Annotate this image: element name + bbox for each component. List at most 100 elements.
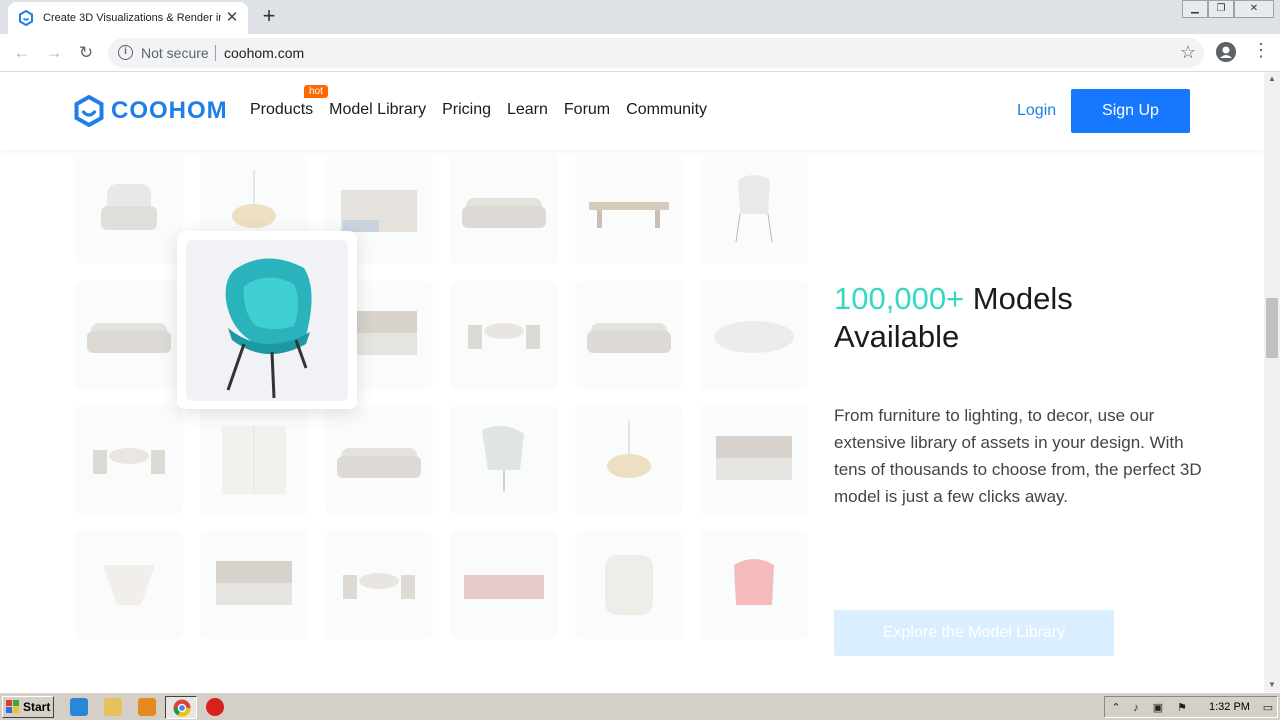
model-count: 100,000+ [834, 281, 965, 316]
chrome-icon [173, 699, 191, 717]
model-thumbnail[interactable] [450, 156, 558, 264]
main-nav: Products hot Model Library Pricing Learn… [250, 85, 723, 119]
start-label: Start [23, 700, 51, 714]
login-link[interactable]: Login [1017, 102, 1056, 120]
dining-set-icon [93, 448, 165, 474]
scroll-down-icon[interactable]: ▼ [1264, 678, 1280, 692]
stool-icon [734, 559, 774, 605]
model-thumbnail[interactable] [200, 531, 308, 639]
close-tab-icon[interactable]: ✕ [224, 10, 240, 26]
bookmark-star-icon[interactable]: ☆ [1180, 42, 1196, 63]
bed-icon [716, 436, 792, 480]
hot-badge: hot [304, 85, 328, 98]
url-divider [215, 45, 216, 61]
new-tab-button[interactable]: + [258, 5, 280, 28]
model-thumbnail[interactable] [75, 281, 183, 389]
model-thumbnail[interactable] [75, 406, 183, 514]
windows-taskbar: Start ⌃ ♪ ▣ ⚑ 1:32 PM ▭ [0, 692, 1280, 720]
nav-learn[interactable]: Learn [507, 101, 548, 119]
model-thumbnail[interactable] [700, 531, 808, 639]
model-thumbnail[interactable] [75, 531, 183, 639]
round-bed-icon [714, 321, 794, 353]
bench-icon [589, 202, 669, 228]
lounge-chair-icon [482, 425, 524, 492]
browser-toolbar: ← → ↻ i Not secure coohom.com ☆ ⋮ [0, 34, 1280, 72]
chandelier-icon [103, 565, 155, 605]
sofa-icon [587, 323, 671, 353]
wardrobe-icon [222, 426, 286, 494]
page-viewport: COOHOM Products hot Model Library Pricin… [0, 72, 1264, 692]
model-thumbnail[interactable] [325, 531, 433, 639]
security-label: Not secure [141, 45, 209, 61]
model-thumbnail[interactable] [700, 156, 808, 264]
coohom-favicon-icon [19, 10, 33, 26]
featured-model-card[interactable] [177, 231, 357, 409]
sofa-icon [87, 323, 171, 353]
recliner-icon [605, 555, 653, 615]
model-thumbnail[interactable] [575, 406, 683, 514]
internet-explorer-icon[interactable] [70, 698, 88, 716]
reload-icon[interactable]: ↻ [74, 41, 98, 65]
browser-tab-bar: Create 3D Visualizations & Render in ✕ +… [0, 0, 1280, 34]
model-thumbnail[interactable] [700, 281, 808, 389]
volume-icon[interactable]: ♪ [1129, 701, 1143, 715]
network-icon[interactable]: ▣ [1151, 701, 1165, 715]
profile-avatar-icon[interactable] [1216, 42, 1236, 62]
model-thumbnail[interactable] [450, 406, 558, 514]
media-player-icon[interactable] [138, 698, 156, 716]
forward-icon[interactable]: → [42, 41, 66, 65]
sign-up-button[interactable]: Sign Up [1071, 89, 1190, 133]
show-desktop-icon[interactable]: ▭ [1261, 701, 1275, 715]
minimize-icon[interactable]: ▁ [1182, 0, 1208, 18]
flag-icon[interactable]: ⚑ [1175, 701, 1189, 715]
model-thumbnail[interactable] [200, 406, 308, 514]
nav-products[interactable]: Products hot [250, 85, 328, 119]
nav-pricing[interactable]: Pricing [442, 101, 491, 119]
anyrun-watermark: ANY RUN [1038, 684, 1243, 692]
browser-tab[interactable]: Create 3D Visualizations & Render in ✕ [8, 2, 248, 34]
armchair-icon [101, 184, 157, 230]
headline-available: Available [834, 319, 960, 354]
hero-description: From furniture to lighting, to decor, us… [834, 406, 1202, 506]
sectional-sofa-icon [464, 575, 544, 599]
nav-model-library[interactable]: Model Library [329, 101, 426, 119]
model-thumbnail[interactable] [575, 281, 683, 389]
pendant-lamp-icon [607, 420, 651, 478]
nav-forum[interactable]: Forum [564, 101, 610, 119]
teal-chair-icon [225, 258, 312, 399]
scroll-thumb[interactable] [1266, 298, 1278, 358]
tray-expand-icon[interactable]: ⌃ [1109, 701, 1123, 715]
tab-title: Create 3D Visualizations & Render in [43, 12, 221, 24]
model-thumbnail[interactable] [575, 156, 683, 264]
page-scrollbar[interactable]: ▲ ▼ [1264, 72, 1280, 692]
info-icon[interactable]: i [118, 45, 133, 60]
folder-icon[interactable] [104, 698, 122, 716]
model-thumbnail[interactable] [450, 531, 558, 639]
close-window-icon[interactable]: ✕ [1234, 0, 1274, 18]
nav-community[interactable]: Community [626, 101, 707, 119]
bed-icon [216, 561, 292, 605]
dining-set-icon [343, 573, 415, 599]
system-tray: ⌃ ♪ ▣ ⚑ 1:32 PM ▭ [1104, 696, 1278, 718]
hero-headline: 100,000+ Models Available [834, 280, 1214, 356]
chrome-taskbar-button[interactable] [165, 696, 197, 719]
model-thumbnail[interactable] [325, 406, 433, 514]
browser-menu-icon[interactable]: ⋮ [1252, 40, 1270, 61]
explore-model-library-button[interactable]: Explore the Model Library [834, 610, 1114, 656]
address-bar[interactable]: i Not secure coohom.com ☆ [108, 38, 1204, 68]
start-button[interactable]: Start [2, 696, 54, 718]
restore-icon[interactable]: ❐ [1208, 0, 1234, 18]
coohom-logo[interactable]: COOHOM [73, 94, 228, 128]
scroll-up-icon[interactable]: ▲ [1264, 72, 1280, 86]
model-thumbnail[interactable] [575, 531, 683, 639]
model-thumbnail[interactable] [450, 281, 558, 389]
url-text[interactable]: coohom.com [224, 45, 304, 61]
logo-text: COOHOM [111, 97, 228, 124]
stop-icon[interactable] [206, 698, 224, 716]
back-icon[interactable]: ← [10, 41, 34, 65]
model-thumbnail[interactable] [700, 406, 808, 514]
windows-logo-icon [6, 700, 19, 713]
coohom-logo-icon [74, 95, 104, 127]
sofa-icon [337, 448, 421, 478]
model-thumbnail[interactable] [75, 156, 183, 264]
